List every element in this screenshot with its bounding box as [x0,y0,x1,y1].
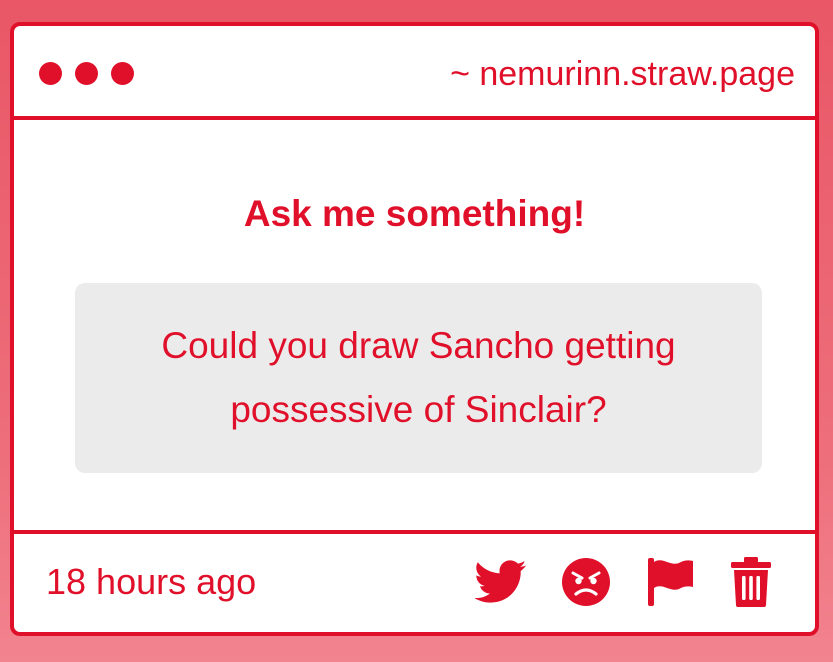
angry-face-icon [562,558,610,606]
window-dot [39,62,62,85]
card-content: Ask me something! Could you draw Sancho … [14,120,815,538]
action-bar [475,556,773,608]
report-button[interactable] [645,556,695,608]
window-dot [75,62,98,85]
window-dot [111,62,134,85]
flag-icon [648,558,693,606]
question-text: Could you draw Sancho getting possessive… [161,325,676,430]
window-dots [39,62,134,85]
timestamp: 18 hours ago [46,561,257,602]
share-twitter-button[interactable] [475,556,527,608]
question-card: ~ nemurinn.straw.page Ask me something! … [10,22,819,636]
page-title: Ask me something! [243,193,586,234]
twitter-bird-icon [475,560,527,603]
react-angry-button[interactable] [561,556,611,608]
window-titlebar: ~ nemurinn.straw.page [14,26,815,120]
card-footer: 18 hours ago [14,530,815,632]
delete-button[interactable] [729,556,773,608]
trash-icon [731,557,771,607]
site-url[interactable]: ~ nemurinn.straw.page [450,54,795,94]
question-box: Could you draw Sancho getting possessive… [75,283,762,473]
